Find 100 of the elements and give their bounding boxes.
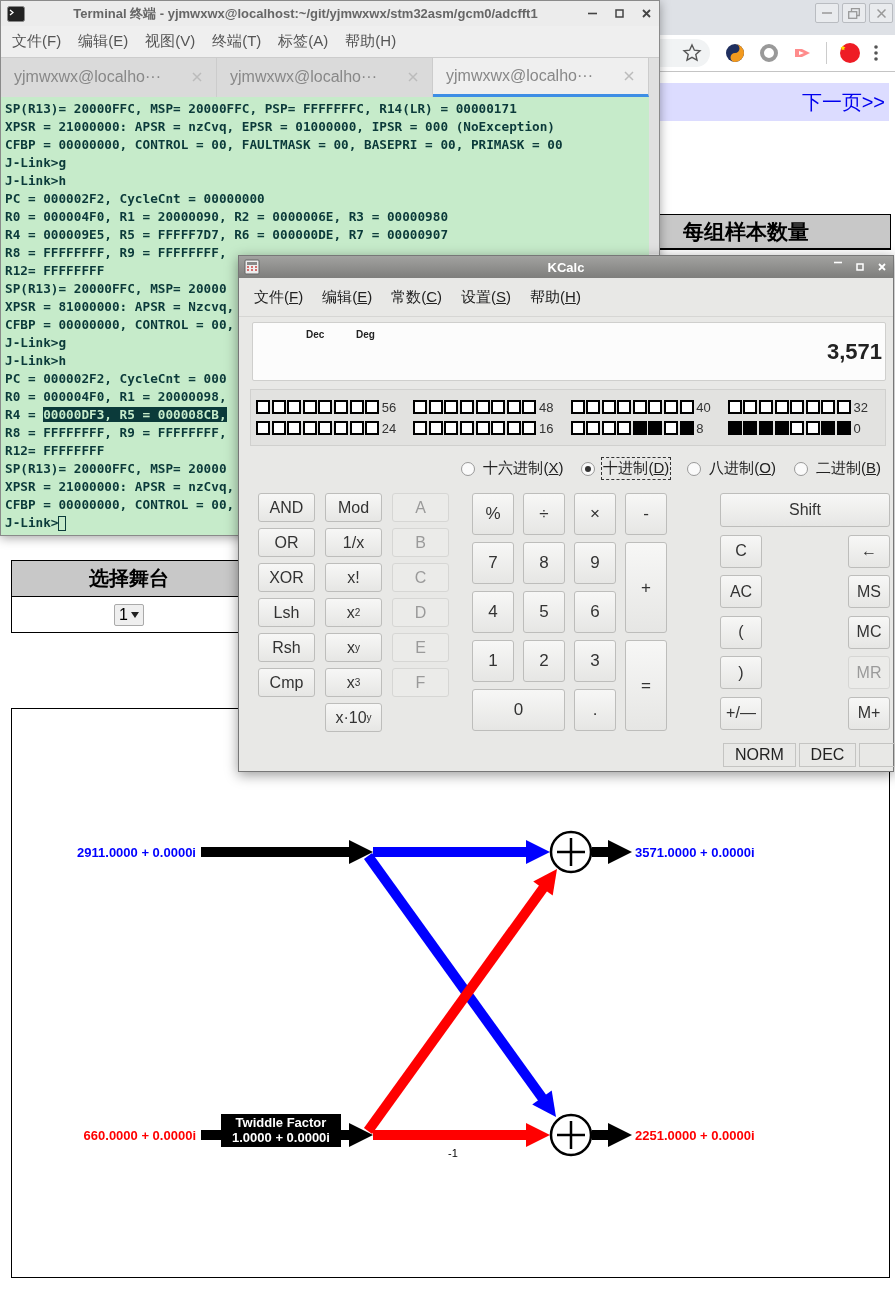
- calculator-key[interactable]: M+: [848, 696, 890, 730]
- bit-box[interactable]: [601, 400, 616, 414]
- bit-box[interactable]: [727, 421, 742, 435]
- bit-box[interactable]: [475, 400, 490, 414]
- bit-box[interactable]: [256, 421, 270, 435]
- calculator-key[interactable]: 4: [472, 591, 514, 633]
- calculator-key[interactable]: C: [720, 534, 762, 568]
- radio-button[interactable]: [687, 461, 702, 476]
- bit-box[interactable]: [790, 400, 805, 414]
- menu-item[interactable]: 文件(F): [12, 32, 62, 52]
- radio-label[interactable]: 十进制(D): [601, 457, 672, 480]
- bit-box[interactable]: [632, 400, 647, 414]
- bit-box[interactable]: [821, 400, 836, 414]
- bit-box[interactable]: [302, 400, 317, 414]
- calculator-key[interactable]: +/—: [720, 696, 762, 730]
- calculator-key[interactable]: 9: [574, 542, 616, 584]
- calculator-key[interactable]: ←: [848, 534, 890, 568]
- bit-box[interactable]: [648, 400, 663, 414]
- bit-box[interactable]: [333, 400, 348, 414]
- bit-box[interactable]: [365, 421, 380, 435]
- bit-box[interactable]: [349, 421, 364, 435]
- bit-box[interactable]: [460, 400, 475, 414]
- bit-box[interactable]: [349, 400, 364, 414]
- bit-box[interactable]: [774, 421, 789, 435]
- radio-button[interactable]: [581, 461, 596, 476]
- calculator-key[interactable]: MS: [848, 575, 890, 608]
- bit-box[interactable]: [318, 400, 333, 414]
- calculator-key[interactable]: 1: [472, 640, 514, 682]
- stage-select[interactable]: 1: [114, 603, 144, 626]
- bit-box[interactable]: [805, 421, 820, 435]
- calculator-key[interactable]: AND: [258, 493, 315, 522]
- calculator-key[interactable]: %: [472, 493, 514, 535]
- calculator-key[interactable]: 5: [523, 591, 565, 633]
- bit-box[interactable]: [333, 421, 348, 435]
- menu-item[interactable]: 标签(A): [278, 32, 329, 52]
- menu-icon[interactable]: [873, 43, 879, 63]
- bit-box[interactable]: [318, 421, 333, 435]
- bit-box[interactable]: [679, 421, 694, 435]
- bit-box[interactable]: [570, 400, 585, 414]
- extension-icon[interactable]: [724, 42, 746, 64]
- radio-label[interactable]: 十六进制(X): [481, 457, 566, 480]
- menu-item[interactable]: 帮助(H): [530, 287, 581, 307]
- calculator-key[interactable]: XOR: [258, 563, 315, 592]
- calculator-key[interactable]: Rsh: [258, 633, 315, 662]
- bit-box[interactable]: [632, 421, 647, 435]
- bit-box[interactable]: [570, 421, 585, 435]
- bit-box[interactable]: [774, 400, 789, 414]
- bit-box[interactable]: [413, 400, 428, 414]
- bit-box[interactable]: [428, 400, 443, 414]
- bit-box[interactable]: [758, 421, 773, 435]
- bit-box[interactable]: [805, 400, 820, 414]
- calculator-key[interactable]: 7: [472, 542, 514, 584]
- menu-item[interactable]: 视图(V): [145, 32, 196, 52]
- bit-box[interactable]: [506, 421, 521, 435]
- menu-item[interactable]: 文件(F): [254, 287, 304, 307]
- bit-box[interactable]: [743, 400, 758, 414]
- menu-item[interactable]: 终端(T): [212, 32, 262, 52]
- calculator-key[interactable]: +: [625, 542, 667, 633]
- profile-avatar-icon[interactable]: [839, 42, 861, 64]
- address-bar[interactable]: [660, 39, 710, 67]
- menu-item[interactable]: 设置(S): [461, 287, 512, 307]
- calculator-key[interactable]: Shift: [720, 493, 890, 527]
- calculator-key[interactable]: x!: [325, 563, 382, 592]
- bit-box[interactable]: [444, 400, 459, 414]
- calculator-key[interactable]: Cmp: [258, 668, 315, 697]
- star-icon[interactable]: [682, 43, 702, 63]
- bit-box[interactable]: [664, 400, 679, 414]
- bit-box[interactable]: [743, 421, 758, 435]
- bit-box[interactable]: [758, 400, 773, 414]
- bit-box[interactable]: [491, 421, 506, 435]
- bit-box[interactable]: [287, 400, 302, 414]
- calculator-key[interactable]: Mod: [325, 493, 382, 522]
- menu-item[interactable]: 编辑(E): [78, 32, 129, 52]
- bit-box[interactable]: [617, 400, 632, 414]
- calculator-key[interactable]: -: [625, 493, 667, 535]
- bit-box[interactable]: [271, 421, 286, 435]
- minimize-icon[interactable]: [586, 12, 599, 16]
- bit-box[interactable]: [256, 400, 270, 414]
- menu-item[interactable]: 编辑(E): [322, 287, 373, 307]
- bit-box[interactable]: [836, 400, 851, 414]
- menu-item[interactable]: 帮助(H): [345, 32, 397, 52]
- calculator-key[interactable]: ×: [574, 493, 616, 535]
- calculator-key[interactable]: 6: [574, 591, 616, 633]
- bit-box[interactable]: [522, 421, 537, 435]
- maximize-icon[interactable]: [854, 261, 866, 273]
- calculator-key[interactable]: AC: [720, 575, 762, 608]
- calculator-key[interactable]: 8: [523, 542, 565, 584]
- bit-box[interactable]: [727, 400, 742, 414]
- bit-box[interactable]: [648, 421, 663, 435]
- calculator-key[interactable]: Lsh: [258, 598, 315, 627]
- next-page-link[interactable]: 下一页>>: [801, 88, 885, 116]
- bit-box[interactable]: [287, 421, 302, 435]
- calculator-key[interactable]: .: [574, 689, 616, 731]
- ring-icon[interactable]: [758, 42, 780, 64]
- menu-item[interactable]: 常数(C): [391, 287, 443, 307]
- bit-box[interactable]: [679, 400, 694, 414]
- maximize-icon[interactable]: [613, 7, 626, 21]
- bit-box[interactable]: [475, 421, 490, 435]
- bit-box[interactable]: [790, 421, 805, 435]
- radio-button[interactable]: [794, 461, 808, 476]
